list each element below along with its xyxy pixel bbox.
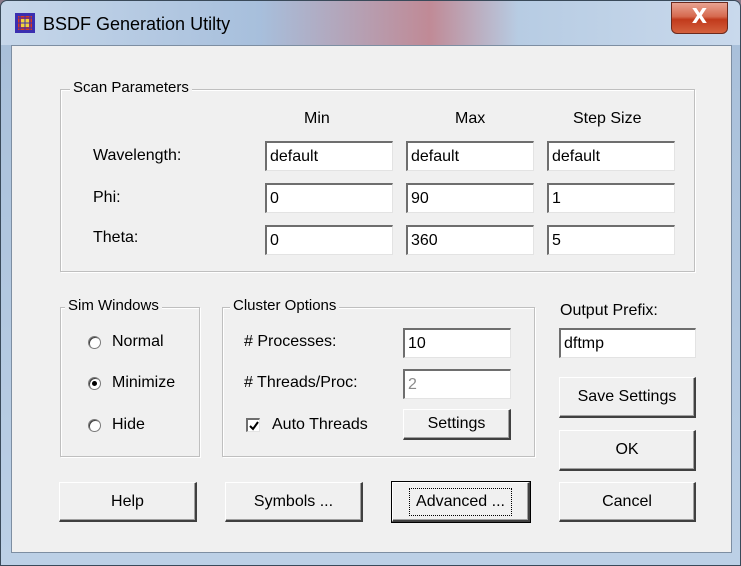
title-bar[interactable]: BSDF Generation Utilty X [1,1,740,45]
processes-input[interactable]: 10 [403,328,511,358]
app-window: BSDF Generation Utilty X Scan Parameters… [0,0,741,566]
phi-max-input[interactable]: 90 [406,183,534,213]
close-button[interactable]: X [671,2,728,34]
wavelength-min-input[interactable]: default [265,141,393,171]
theta-step-input[interactable]: 5 [547,225,675,255]
cancel-button[interactable]: Cancel [559,482,696,522]
min-header: Min [304,110,330,127]
grid-app-icon[interactable] [15,13,35,33]
ok-button[interactable]: OK [559,430,696,471]
hide-radio-label[interactable]: Hide [112,416,145,434]
help-button[interactable]: Help [59,482,197,522]
hide-radio[interactable] [88,419,101,432]
output-prefix-label: Output Prefix: [560,302,658,319]
advanced-button[interactable]: Advanced ... [391,481,531,523]
save-settings-button[interactable]: Save Settings [559,377,696,418]
symbols-button[interactable]: Symbols ... [225,482,363,522]
cluster-settings-button[interactable]: Settings [403,409,511,440]
phi-min-input[interactable]: 0 [265,183,393,213]
minimize-radio-label[interactable]: Minimize [112,374,175,392]
threads-per-proc-label: # Threads/Proc: [244,374,358,391]
theta-max-input[interactable]: 360 [406,225,534,255]
theta-min-input[interactable]: 0 [265,225,393,255]
phi-label: Phi: [93,189,121,206]
threads-per-proc-input[interactable]: 2 [403,369,511,399]
sim-windows-legend: Sim Windows [65,297,162,314]
step-size-header: Step Size [573,110,642,127]
close-icon: X [691,4,708,28]
max-header: Max [455,110,486,127]
theta-label: Theta: [93,229,139,246]
minimize-radio[interactable] [88,377,101,390]
auto-threads-label[interactable]: Auto Threads [272,416,368,434]
auto-threads-checkbox[interactable] [246,418,260,432]
checkmark-icon [249,421,259,431]
normal-radio[interactable] [88,336,101,349]
cluster-options-legend: Cluster Options [230,297,340,314]
scan-parameters-legend: Scan Parameters [70,79,192,96]
wavelength-max-input[interactable]: default [406,141,534,171]
wavelength-step-input[interactable]: default [547,141,675,171]
output-prefix-input[interactable]: dftmp [559,328,696,358]
processes-label: # Processes: [244,333,337,350]
window-title: BSDF Generation Utilty [43,14,231,34]
dialog-body: Scan Parameters Min Max Step Size Wavele… [11,45,732,553]
phi-step-input[interactable]: 1 [547,183,675,213]
wavelength-label: Wavelength: [93,147,182,164]
normal-radio-label[interactable]: Normal [112,333,164,351]
advanced-button-label: Advanced ... [409,487,512,516]
